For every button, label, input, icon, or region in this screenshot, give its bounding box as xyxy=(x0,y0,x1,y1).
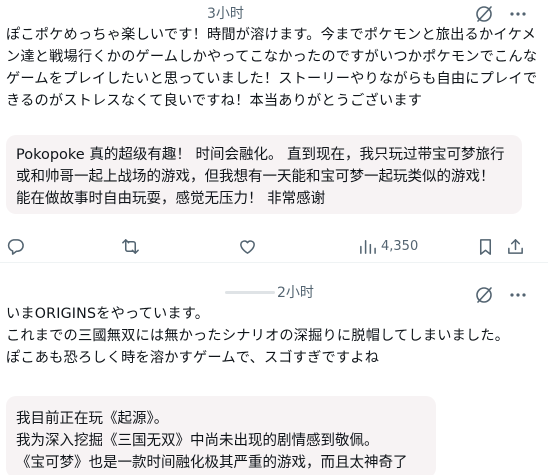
redacted-handle xyxy=(225,291,275,294)
reply-button[interactable] xyxy=(6,234,25,258)
share-button[interactable] xyxy=(506,234,525,258)
grok-icon[interactable] xyxy=(474,4,494,24)
post-top-actions xyxy=(474,285,528,305)
views-count: 4,350 xyxy=(381,238,419,254)
post-text: ぽこポケめっちゃ楽しいです！時間が溶けます。今までポケモンと旅出るかイケメン達と… xyxy=(6,27,538,109)
reply-icon xyxy=(7,238,24,255)
translation-box: Pokopoke 真的超级有趣！ 时间会融化。 直到现在，我只玩过带宝可梦旅行或… xyxy=(6,135,522,214)
share-icon xyxy=(508,238,523,254)
translation-box: 我目前正在玩《起源》。 我为深入挖掘《三国无双》中尚未出现的剧情感到敬佩。 《宝… xyxy=(6,396,436,475)
views-button[interactable]: 4,350 xyxy=(358,234,418,258)
reply-post-2: 2小时 いまORIGINSをやっています。 これまでの三國無双には無かったシナリ… xyxy=(0,262,548,475)
grok-icon[interactable] xyxy=(474,285,494,305)
bookmark-button[interactable] xyxy=(476,234,495,258)
heart-icon xyxy=(240,239,255,254)
post-timestamp[interactable]: 2小时 xyxy=(277,282,314,302)
post-action-bar: 4,350 xyxy=(6,234,526,258)
analytics-icon xyxy=(360,239,376,254)
like-button[interactable] xyxy=(238,234,257,258)
bookmark-icon xyxy=(479,238,492,255)
post-text: いまORIGINSをやっています。 これまでの三國無双には無かったシナリオの深掘… xyxy=(6,306,510,366)
more-options-icon[interactable] xyxy=(508,4,528,24)
reply-post-1: 3小时 ぽこポケめっちゃ楽しいです！時間が溶けます。今までポケモンと旅出るかイケ… xyxy=(0,0,548,262)
more-options-icon[interactable] xyxy=(508,285,528,305)
repost-icon xyxy=(122,238,139,254)
repost-button[interactable] xyxy=(121,234,140,258)
post-timestamp[interactable]: 3小时 xyxy=(207,3,244,23)
post-top-actions xyxy=(474,4,528,24)
